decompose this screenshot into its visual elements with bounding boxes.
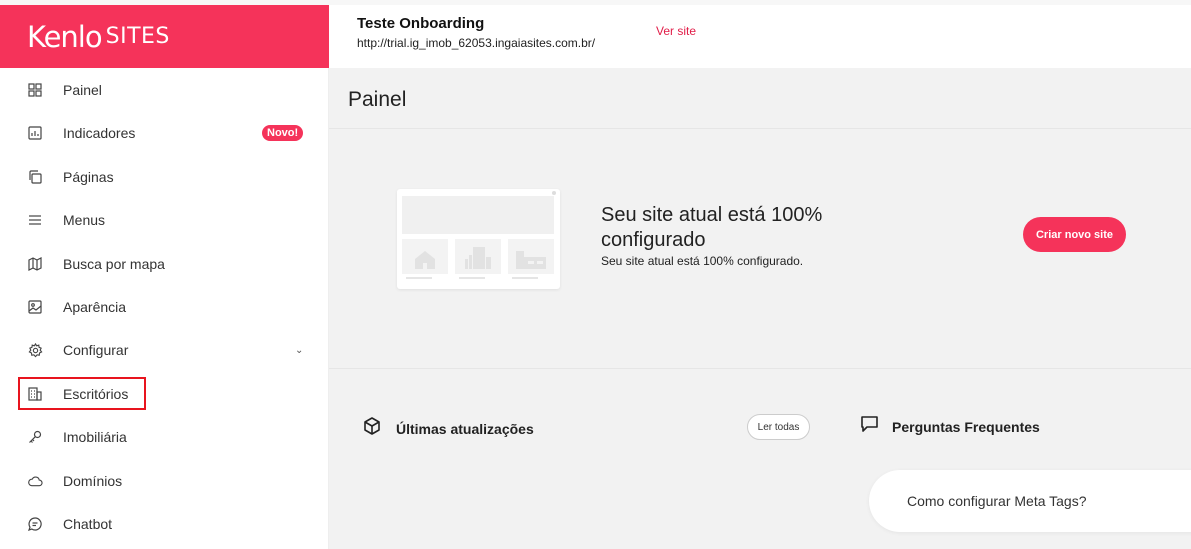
sidebar-item-label: Domínios (63, 473, 123, 489)
illustration-dot (552, 191, 556, 195)
sidebar-item-painel[interactable]: Painel (0, 70, 329, 110)
sidebar-item-chatbot[interactable]: Chatbot (0, 504, 329, 544)
sidebar-item-busca-por-mapa[interactable]: Busca por mapa (0, 244, 329, 284)
chevron-down-icon[interactable]: ⌄ (295, 345, 303, 356)
sidebar-item-indicadores[interactable]: Indicadores Novo! (0, 113, 329, 153)
menu-icon (27, 212, 43, 228)
sidebar-item-dominios[interactable]: Domínios (0, 461, 329, 501)
sidebar: Painel Indicadores Novo! Páginas Menus B… (0, 68, 329, 549)
highlight-box (18, 377, 146, 410)
site-name: Teste Onboarding (357, 15, 485, 32)
view-site-link[interactable]: Ver site (656, 24, 696, 38)
illustration-line (459, 277, 485, 279)
sidebar-item-label: Configurar (63, 342, 129, 358)
illustration-banner (402, 196, 554, 234)
site-illustration (397, 189, 560, 289)
chat-icon (27, 516, 43, 532)
sidebar-item-label: Indicadores (63, 125, 136, 141)
illustration-line (512, 277, 538, 279)
warehouse-icon (508, 239, 554, 274)
site-url: http://trial.ig_imob_62053.ingaiasites.c… (357, 36, 596, 50)
updates-title: Últimas atualizações (396, 420, 534, 437)
updates-section-header: Últimas atualizações (362, 416, 534, 441)
create-site-button[interactable]: Criar novo site (1023, 217, 1126, 252)
sidebar-item-label: Aparência (63, 299, 127, 315)
key-icon (27, 429, 43, 445)
status-subtitle: Seu site atual está 100% configurado. (601, 254, 804, 268)
divider (329, 128, 1191, 129)
read-all-button[interactable]: Ler todas (747, 414, 810, 440)
buildings-icon (455, 239, 501, 274)
status-title: Seu site atual está 100% configurado (601, 204, 823, 251)
brand-logo[interactable]: Kenlo SITES (0, 5, 329, 68)
faq-title: Perguntas Frequentes (892, 418, 1040, 435)
main-content: Painel Seu site atual está 100% configur… (329, 68, 1191, 549)
cube-icon (362, 416, 382, 441)
map-icon (27, 256, 43, 272)
illustration-line (406, 277, 432, 279)
top-header: Teste Onboarding http://trial.ig_imob_62… (329, 5, 1191, 68)
sidebar-item-aparencia[interactable]: Aparência (0, 287, 329, 327)
faq-item[interactable]: Como configurar Meta Tags? (869, 470, 1191, 532)
house-icon (402, 239, 448, 274)
divider (329, 368, 1191, 369)
sidebar-item-label: Painel (63, 82, 102, 98)
cloud-icon (27, 473, 43, 489)
sidebar-item-configurar[interactable]: Configurar ⌄ (0, 330, 329, 370)
new-badge: Novo! (262, 125, 304, 141)
page-title: Painel (348, 88, 407, 111)
sidebar-item-label: Chatbot (63, 516, 113, 532)
speech-bubble-icon (860, 415, 879, 438)
pages-icon (27, 169, 43, 185)
chart-icon (27, 125, 43, 141)
image-icon (27, 299, 43, 315)
sidebar-item-label: Páginas (63, 169, 114, 185)
sidebar-item-menus[interactable]: Menus (0, 200, 329, 240)
logo-sites: SITES (105, 24, 170, 49)
sidebar-item-imobiliaria[interactable]: Imobiliária (0, 417, 329, 457)
gear-icon (27, 342, 43, 358)
sidebar-item-label: Busca por mapa (63, 256, 165, 272)
grid-icon (27, 82, 43, 98)
faq-question: Como configurar Meta Tags? (907, 493, 1087, 509)
sidebar-item-paginas[interactable]: Páginas (0, 157, 329, 197)
faq-section-header: Perguntas Frequentes (860, 415, 1040, 438)
logo-kenlo: Kenlo (27, 19, 103, 54)
sidebar-item-label: Imobiliária (63, 429, 127, 445)
sidebar-item-label: Menus (63, 212, 106, 228)
